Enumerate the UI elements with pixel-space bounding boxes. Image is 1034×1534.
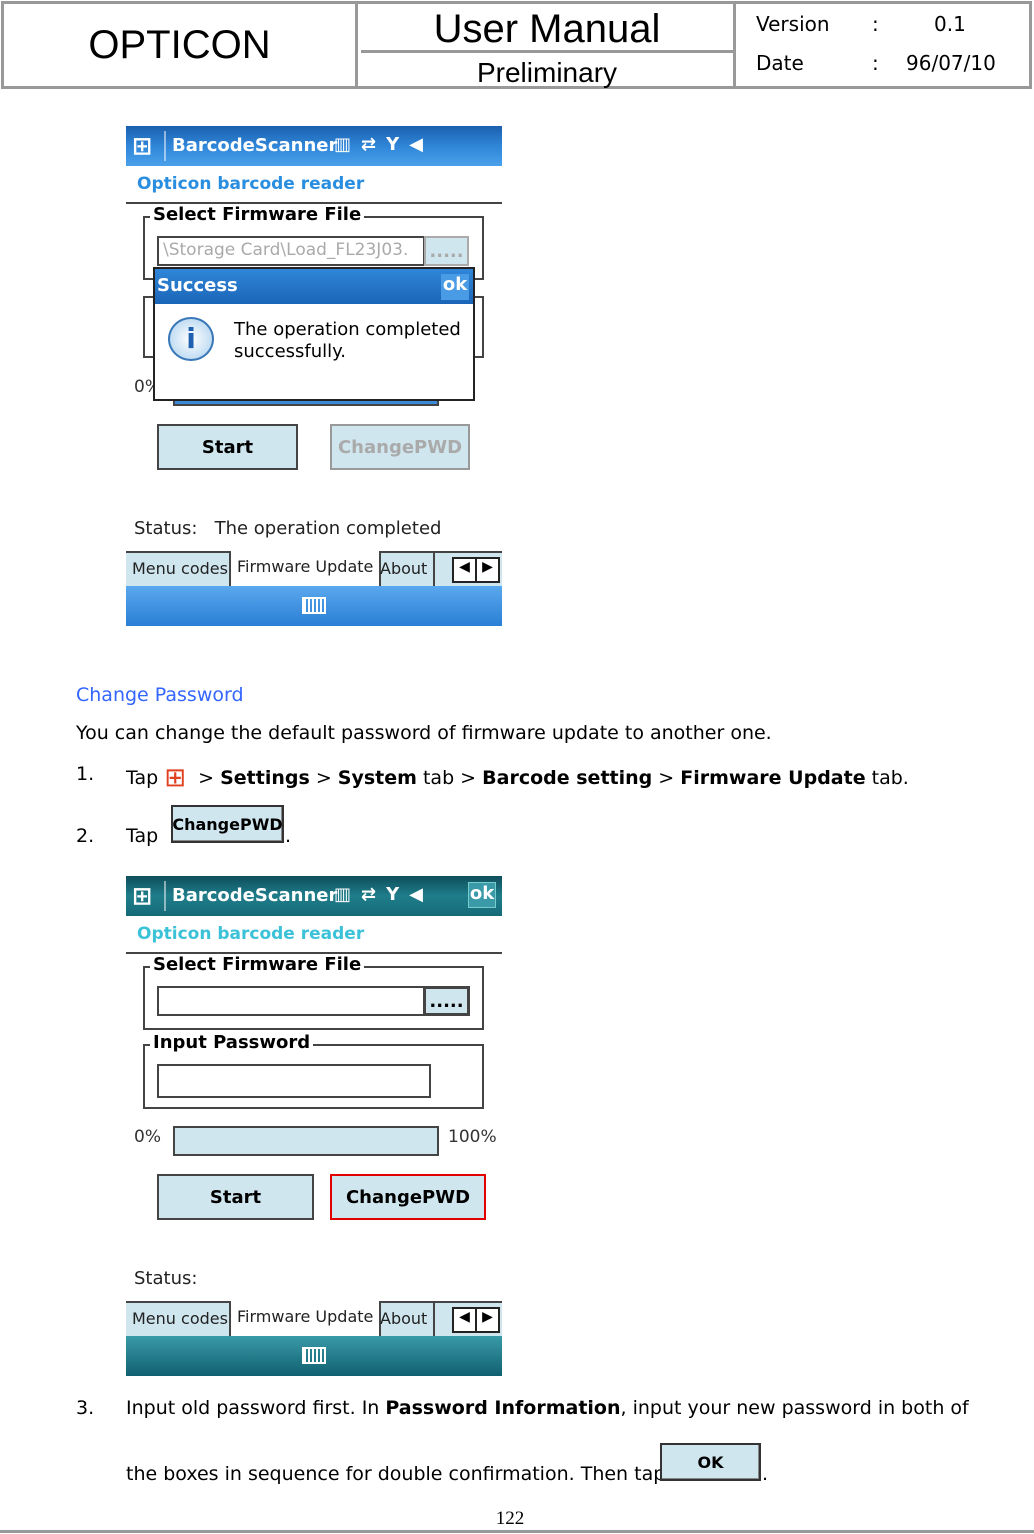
file-path-input[interactable] <box>157 986 425 1016</box>
sep: : <box>872 51 879 75</box>
step1-text: Tap ⊞ > Settings > System tab > Barcode … <box>126 763 909 793</box>
t: , input your new password in both of <box>620 1397 969 1419</box>
footer-rule <box>0 1530 1034 1533</box>
version-label: Version <box>756 12 830 36</box>
file-path-input[interactable]: \Storage Card\Load_FL23J03. <box>157 236 425 266</box>
t: > <box>198 767 215 789</box>
changepwd-inline-button: ChangePWD <box>171 805 284 843</box>
t: > <box>658 767 675 789</box>
password-input[interactable] <box>157 1064 431 1098</box>
changepwd-button[interactable]: ChangePWD <box>330 1174 486 1220</box>
browse-button[interactable]: ..... <box>424 236 469 266</box>
t: tab. <box>871 767 909 789</box>
progress-min: 0% <box>134 1127 161 1147</box>
page-number: 122 <box>495 1508 525 1529</box>
doc-subtitle: Preliminary <box>476 57 618 88</box>
step-number: 2. <box>76 825 95 847</box>
dialog-title: Success <box>157 275 238 296</box>
t: > <box>315 767 332 789</box>
keyboard-icon[interactable] <box>302 597 326 614</box>
version-value: 0.1 <box>934 12 966 36</box>
t: tab > <box>422 767 477 789</box>
changepwd-button[interactable]: ChangePWD <box>330 424 470 470</box>
intro-text: You can change the default password of f… <box>76 722 772 744</box>
tab-menu-codes[interactable]: Menu codes <box>126 1303 236 1338</box>
start-button[interactable]: Start <box>157 424 298 470</box>
status-icons: ▥⇄Y◀ <box>334 134 433 155</box>
left-arrow-icon[interactable]: ◀ <box>454 559 477 581</box>
status-label: Status: <box>134 1268 198 1289</box>
status-line: Status: The operation completed <box>134 518 441 539</box>
step3-text-cont: the boxes in sequence for double confirm… <box>126 1463 666 1485</box>
step3-text: Input old password first. In Password In… <box>126 1397 969 1419</box>
right-arrow-icon[interactable]: ▶ <box>477 559 498 581</box>
step-number: 3. <box>76 1397 95 1419</box>
group-label: Input Password <box>150 1032 314 1053</box>
title-bar: ⊞ BarcodeScanner ▥⇄Y◀ <box>126 126 502 166</box>
status-icons: ▥⇄Y◀ <box>334 884 433 905</box>
ok-inline-button: OK <box>660 1443 761 1481</box>
t: Tap <box>126 767 159 789</box>
tab-about[interactable]: About <box>374 1303 436 1338</box>
screenshot-success: ⊞ BarcodeScanner ▥⇄Y◀ Opticon barcode re… <box>126 126 502 626</box>
t: Settings <box>220 767 310 789</box>
info-icon: i <box>168 317 214 361</box>
step-number: 1. <box>76 763 95 785</box>
app-title: BarcodeScanner <box>172 885 338 906</box>
tab-menu-codes[interactable]: Menu codes <box>126 553 236 588</box>
progress-bar <box>173 1126 439 1156</box>
windows-start-icon: ⊞ <box>132 132 153 160</box>
app-heading: Opticon barcode reader <box>137 924 365 944</box>
left-arrow-icon[interactable]: ◀ <box>454 1309 477 1331</box>
start-button[interactable]: Start <box>157 1174 314 1220</box>
title-bar: ⊞ BarcodeScanner ▥⇄Y◀ ok <box>126 876 502 916</box>
t: . <box>762 1463 769 1485</box>
company-name: OPTICON <box>4 4 358 86</box>
tab-about[interactable]: About <box>374 553 436 588</box>
t: Barcode setting <box>482 767 653 789</box>
doc-title: User Manual <box>361 4 733 53</box>
progress-max: 100% <box>448 1127 497 1147</box>
keyboard-icon[interactable] <box>302 1347 326 1364</box>
tab-scroll-arrows[interactable]: ◀ ▶ <box>452 557 500 583</box>
success-dialog: Success ok i The operation completed suc… <box>153 267 475 401</box>
browse-button[interactable]: ..... <box>423 986 470 1016</box>
status-value: The operation completed <box>214 518 442 539</box>
dialog-ok-button[interactable]: ok <box>441 274 469 300</box>
windows-start-icon: ⊞ <box>164 763 187 793</box>
ok-button[interactable]: ok <box>468 882 496 908</box>
t: System <box>337 767 417 789</box>
app-title: BarcodeScanner <box>172 135 338 156</box>
dialog-message: The operation completed successfully. <box>234 319 461 362</box>
step2-text: Tap <box>126 825 159 847</box>
tab-scroll-arrows[interactable]: ◀ ▶ <box>452 1307 500 1333</box>
date-label: Date <box>756 51 804 75</box>
t: Input old password first. In <box>126 1397 386 1419</box>
t: Password Information <box>385 1397 621 1419</box>
group-label: Select Firmware File <box>150 954 365 975</box>
t: . <box>285 825 292 847</box>
right-arrow-icon[interactable]: ▶ <box>477 1309 498 1331</box>
section-title: Change Password <box>76 684 244 706</box>
document-header: OPTICON User Manual Preliminary Version … <box>1 1 1032 89</box>
tab-bar: Menu codes Firmware Update About ◀ ▶ <box>126 1301 502 1338</box>
tab-bar: Menu codes Firmware Update About ◀ ▶ <box>126 551 502 588</box>
tab-firmware-update[interactable]: Firmware Update <box>229 1301 382 1338</box>
sep: : <box>872 12 879 36</box>
t: Firmware Update <box>680 767 866 789</box>
screenshot-changepwd: ⊞ BarcodeScanner ▥⇄Y◀ ok Opticon barcode… <box>126 876 502 1376</box>
tab-firmware-update[interactable]: Firmware Update <box>229 551 382 588</box>
windows-start-icon: ⊞ <box>132 882 153 910</box>
group-label: Select Firmware File <box>150 204 365 225</box>
app-heading: Opticon barcode reader <box>137 174 365 194</box>
status-label: Status: <box>134 518 198 539</box>
date-value: 96/07/10 <box>906 51 996 75</box>
